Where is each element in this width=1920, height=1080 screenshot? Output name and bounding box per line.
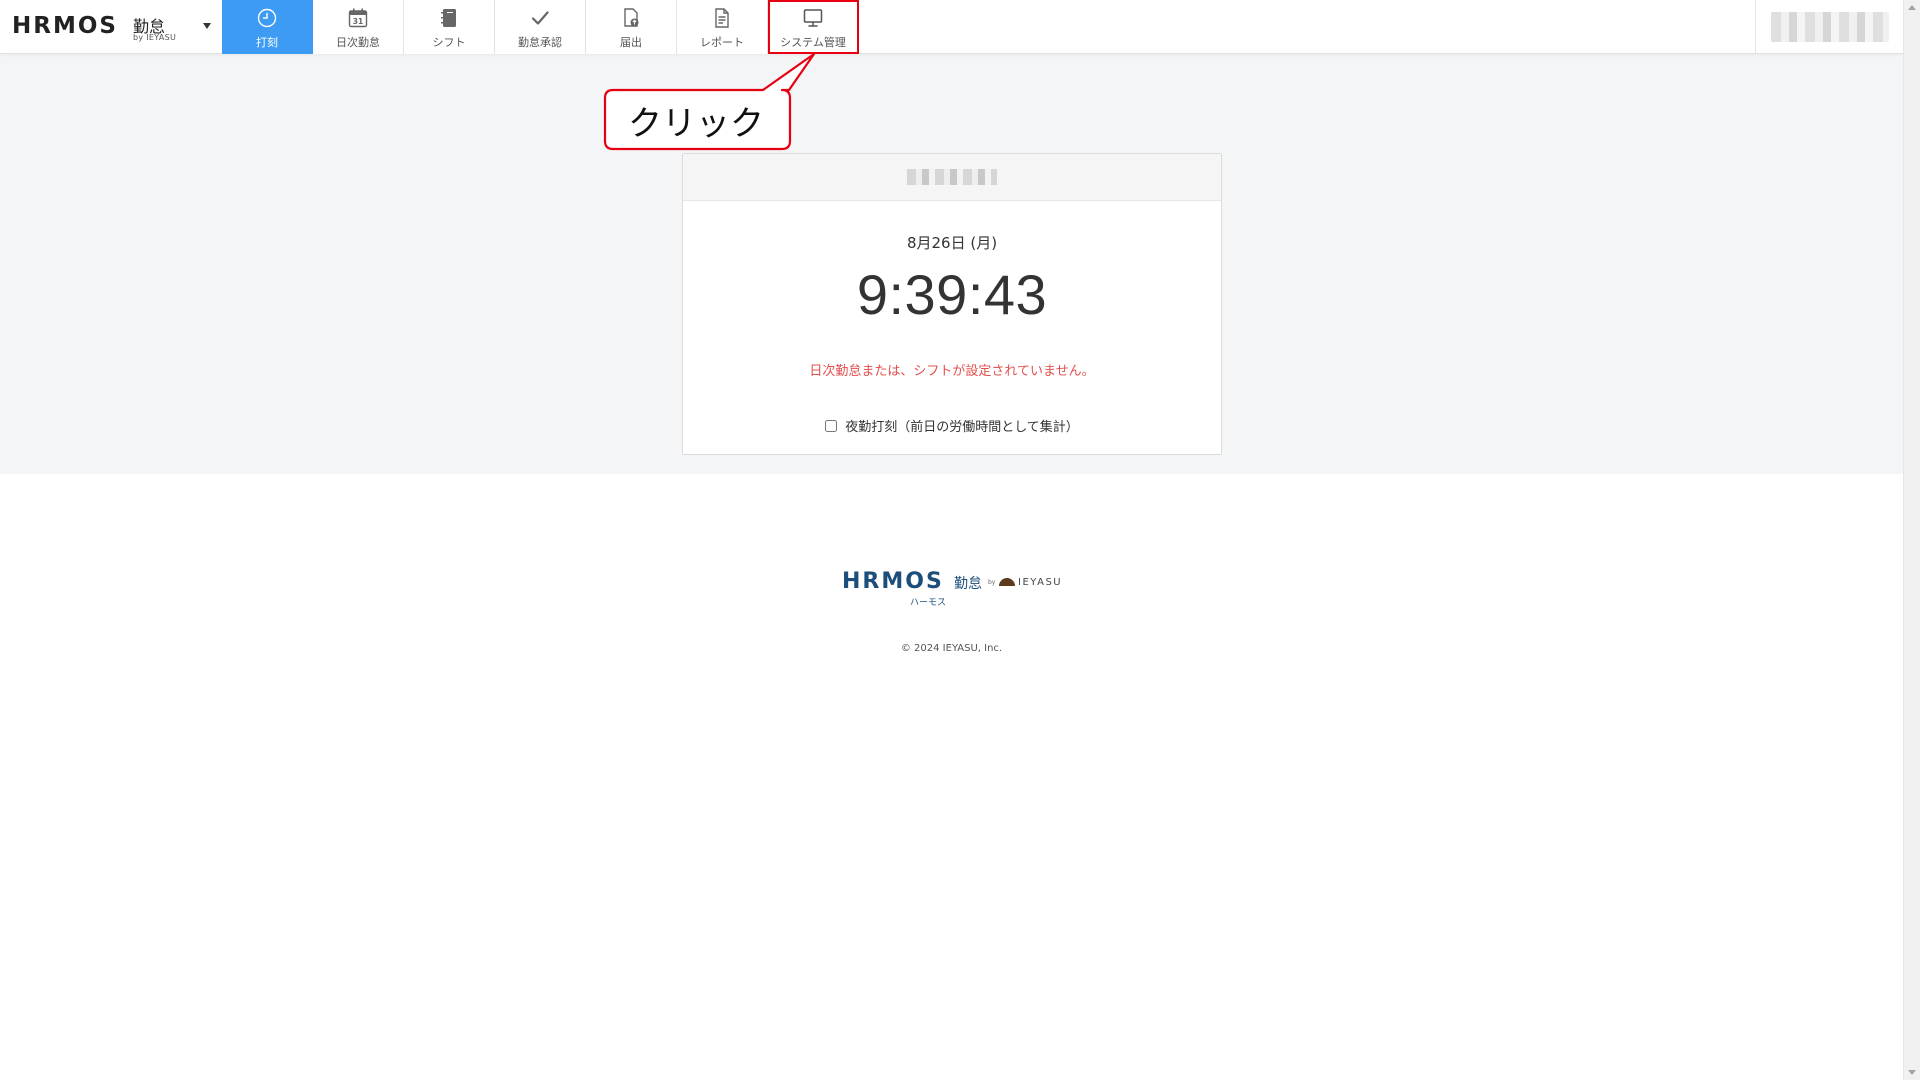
app-root: HRMOS 勤怠 by IEYASU 打刻 31 日次勤怠 シフト 勤怠承認 届… <box>0 0 1920 1080</box>
brand-by-text: by IEYASU <box>133 33 177 42</box>
checkmark-icon <box>528 6 552 30</box>
nav-tab-label: 勤怠承認 <box>518 36 562 49</box>
night-shift-checkbox[interactable] <box>825 419 838 432</box>
monitor-icon <box>801 6 825 30</box>
annotation-text: クリック <box>628 103 764 144</box>
employee-name-blurred <box>907 169 997 185</box>
nav-tab-label: 打刻 <box>256 36 278 49</box>
nav-tab-system-admin[interactable]: システム管理 <box>768 0 859 54</box>
nav-tab-daily-attendance[interactable]: 31 日次勤怠 <box>313 0 404 54</box>
stamp-card: 8月26日 (月) 9:39:43 日次勤怠または、シフトが設定されていません。… <box>682 153 1222 455</box>
brand-logo-text: HRMOS <box>12 13 118 39</box>
nav-tab-label: レポート <box>700 36 744 49</box>
nav-tab-label: 届出 <box>620 36 642 49</box>
nav-tab-stamp[interactable]: 打刻 <box>222 0 313 54</box>
notebook-icon <box>437 6 461 30</box>
user-name-blurred <box>1770 12 1889 42</box>
user-menu[interactable] <box>1755 0 1903 54</box>
report-document-icon <box>710 6 734 30</box>
nav-tab-label: 日次勤怠 <box>336 36 380 49</box>
card-header <box>683 154 1221 201</box>
caret-down-icon <box>203 23 211 29</box>
copyright-text: © 2024 IEYASU, Inc. <box>900 643 1003 654</box>
top-navigation-bar: HRMOS 勤怠 by IEYASU 打刻 31 日次勤怠 シフト 勤怠承認 届… <box>0 0 1903 54</box>
nav-tab-label: システム管理 <box>780 36 846 49</box>
calendar-icon: 31 <box>346 6 370 30</box>
footer-by-text: by <box>988 579 996 586</box>
document-upload-icon <box>619 6 643 30</box>
night-shift-label: 夜勤打刻（前日の労働時間として集計） <box>845 420 1079 435</box>
night-shift-option[interactable]: 夜勤打刻（前日の労働時間として集計） <box>683 416 1221 435</box>
clock-icon <box>255 6 279 30</box>
warning-message: 日次勤怠または、シフトが設定されていません。 <box>809 364 1095 379</box>
brand-switcher[interactable]: HRMOS 勤怠 by IEYASU <box>0 0 222 54</box>
scroll-up-arrow-icon[interactable] <box>1908 5 1916 10</box>
current-date: 8月26日 (月) <box>906 234 998 252</box>
footer-company-logo: IEYASU <box>1018 577 1063 588</box>
nav-tab-report[interactable]: レポート <box>677 0 768 54</box>
footer-product-name: 勤怠 <box>954 576 982 592</box>
main-area: 8月26日 (月) 9:39:43 日次勤怠または、シフトが設定されていません。… <box>0 54 1903 474</box>
nav-tab-shift[interactable]: シフト <box>404 0 495 54</box>
footer-kana: ハーモス <box>910 598 947 608</box>
nav-tab-label: シフト <box>432 36 466 49</box>
scroll-down-arrow-icon[interactable] <box>1908 1070 1916 1075</box>
current-time: 9:39:43 <box>856 263 1048 326</box>
footer-logo: HRMOS 勤怠 ハーモス by IEYASU <box>842 569 1072 609</box>
vertical-scrollbar[interactable] <box>1903 0 1920 1080</box>
main-nav: 打刻 31 日次勤怠 シフト 勤怠承認 届出 レポート システム管理 <box>222 0 859 54</box>
nav-tab-request[interactable]: 届出 <box>586 0 677 54</box>
nav-tab-attendance-approval[interactable]: 勤怠承認 <box>495 0 586 54</box>
fan-logo-icon <box>999 578 1015 586</box>
calendar-day-number: 31 <box>353 17 363 26</box>
footer-logo-text: HRMOS <box>842 569 944 594</box>
